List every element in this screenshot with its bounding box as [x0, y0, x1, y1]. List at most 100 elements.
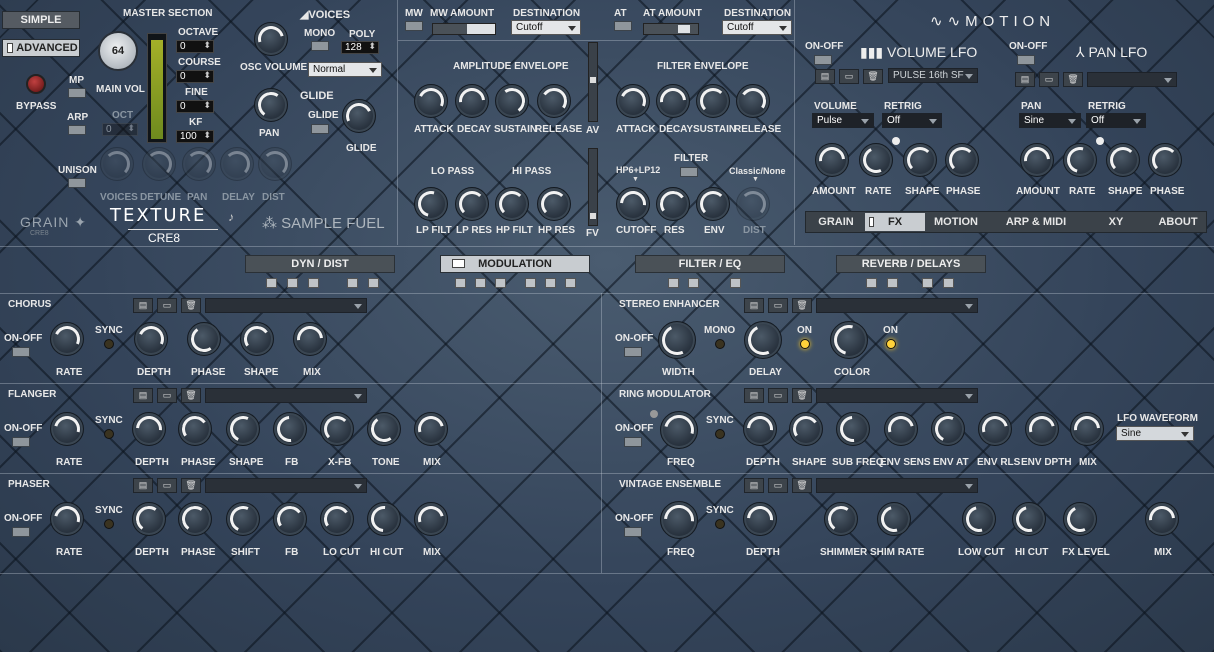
- flanger-sync-led[interactable]: [104, 429, 114, 439]
- pan-trash-icon[interactable]: 🗑: [1063, 72, 1083, 87]
- vol-retrig-dropdown[interactable]: Off: [882, 113, 942, 128]
- vol-rate-knob[interactable]: [859, 143, 893, 177]
- rev-slot-4[interactable]: [943, 278, 954, 288]
- flanger-onoff-toggle[interactable]: [12, 437, 30, 447]
- at-amount-slider[interactable]: [643, 23, 699, 35]
- dyn-slot-3[interactable]: [308, 278, 319, 288]
- phaser-phase-knob[interactable]: [178, 502, 212, 536]
- ring-onoff-toggle[interactable]: [624, 437, 642, 447]
- vintage-shimrate-knob[interactable]: [877, 502, 911, 536]
- glide-knob[interactable]: [342, 99, 376, 133]
- mp-toggle[interactable]: [68, 88, 86, 98]
- rev-slot-3[interactable]: [922, 278, 933, 288]
- filter-model-arrow-icon[interactable]: ▼: [752, 176, 759, 183]
- amp-sustain-knob[interactable]: [495, 84, 529, 118]
- filter-type-arrow-icon[interactable]: ▼: [632, 176, 639, 183]
- unison-toggle[interactable]: [68, 178, 86, 188]
- mod-slot-1[interactable]: [455, 278, 466, 288]
- flanger-mix-knob[interactable]: [414, 412, 448, 446]
- unison-delay-knob[interactable]: [220, 147, 254, 181]
- pan-amount-knob[interactable]: [1020, 143, 1054, 177]
- ring-envdpth-knob[interactable]: [1025, 412, 1059, 446]
- phaser-trash-icon[interactable]: 🗑: [181, 478, 201, 493]
- lfo-waveform-dropdown[interactable]: Sine: [1116, 426, 1194, 441]
- stereo-on2-led[interactable]: [886, 339, 896, 349]
- pan-rate-sync-dot[interactable]: [1096, 137, 1104, 145]
- ring-sync-led[interactable]: [715, 429, 725, 439]
- bypass-button[interactable]: [26, 74, 46, 94]
- flanger-phase-knob[interactable]: [178, 412, 212, 446]
- voice-mode-dropdown[interactable]: Normal: [308, 62, 382, 77]
- filter-type-label[interactable]: HP6+LP12: [616, 165, 660, 175]
- filt-slot-1[interactable]: [668, 278, 679, 288]
- filt-attack-knob[interactable]: [616, 84, 650, 118]
- ring-subfreq-knob[interactable]: [836, 412, 870, 446]
- vintage-save-icon[interactable]: ▤: [744, 478, 764, 493]
- dyn-slot-1[interactable]: [266, 278, 277, 288]
- ring-trash-icon[interactable]: 🗑: [792, 388, 812, 403]
- pan-shape-dropdown[interactable]: Sine: [1019, 113, 1081, 128]
- env-knob[interactable]: [696, 187, 730, 221]
- chorus-shape-knob[interactable]: [240, 322, 274, 356]
- dyn-slot-2[interactable]: [287, 278, 298, 288]
- pan-lfo-toggle[interactable]: [1017, 55, 1035, 65]
- phaser-preset-dropdown[interactable]: [205, 478, 367, 493]
- advanced-button[interactable]: ADVANCED: [2, 39, 80, 57]
- av-slider[interactable]: [588, 42, 598, 122]
- chorus-preset-dropdown[interactable]: [205, 298, 367, 313]
- fv-slider[interactable]: [588, 148, 598, 226]
- ring-mix-knob[interactable]: [1070, 412, 1104, 446]
- stereo-on1-led[interactable]: [800, 339, 810, 349]
- stereo-color-knob[interactable]: [830, 321, 868, 359]
- flanger-trash-icon[interactable]: 🗑: [181, 388, 201, 403]
- pan-retrig-dropdown[interactable]: Off: [1086, 113, 1146, 128]
- phaser-onoff-toggle[interactable]: [12, 527, 30, 537]
- chorus-trash-icon[interactable]: 🗑: [181, 298, 201, 313]
- tab-motion[interactable]: MOTION: [928, 214, 984, 230]
- rev-slot-1[interactable]: [866, 278, 877, 288]
- at-destination-dropdown[interactable]: Cutoff: [722, 20, 792, 35]
- phaser-locut-knob[interactable]: [320, 502, 354, 536]
- flanger-save-icon[interactable]: ▤: [133, 388, 153, 403]
- mw-amount-slider[interactable]: [432, 23, 496, 35]
- tab-about[interactable]: ABOUT: [1150, 214, 1206, 230]
- chorus-rate-knob[interactable]: [50, 322, 84, 356]
- vintage-sync-led[interactable]: [715, 519, 725, 529]
- ring-shape-knob[interactable]: [789, 412, 823, 446]
- pan-shape-knob[interactable]: [1106, 143, 1140, 177]
- pan-rate-knob[interactable]: [1063, 143, 1097, 177]
- tab-filter-eq[interactable]: FILTER / EQ: [635, 255, 785, 273]
- ring-folder-icon[interactable]: ▭: [768, 388, 788, 403]
- arp-toggle[interactable]: [68, 125, 86, 135]
- hp-filt-knob[interactable]: [495, 187, 529, 221]
- chorus-save-icon[interactable]: ▤: [133, 298, 153, 313]
- ring-envrls-knob[interactable]: [978, 412, 1012, 446]
- flanger-preset-dropdown[interactable]: [205, 388, 367, 403]
- mod-slot-3[interactable]: [495, 278, 506, 288]
- phaser-depth-knob[interactable]: [132, 502, 166, 536]
- phaser-shift-knob[interactable]: [226, 502, 260, 536]
- vol-amount-knob[interactable]: [815, 143, 849, 177]
- chorus-mix-knob[interactable]: [293, 322, 327, 356]
- ring-preset-dropdown[interactable]: [816, 388, 978, 403]
- octave-spinner[interactable]: 0: [176, 40, 214, 53]
- pan-preset-dropdown[interactable]: [1087, 72, 1177, 87]
- phaser-mix-knob[interactable]: [414, 502, 448, 536]
- vol-shape-knob[interactable]: [903, 143, 937, 177]
- osc-volume-knob[interactable]: [254, 22, 288, 56]
- unison-detune-knob[interactable]: [142, 147, 176, 181]
- unison-voices-knob[interactable]: [100, 147, 134, 181]
- rev-slot-2[interactable]: [887, 278, 898, 288]
- filt-sustain-knob[interactable]: [696, 84, 730, 118]
- vol-preset-dropdown[interactable]: PULSE 16th SF: [888, 68, 978, 83]
- tab-reverb-delays[interactable]: REVERB / DELAYS: [836, 255, 986, 273]
- mod-slot-2[interactable]: [475, 278, 486, 288]
- phaser-fb-knob[interactable]: [273, 502, 307, 536]
- tab-xy[interactable]: XY: [1096, 214, 1136, 230]
- ring-freq-knob[interactable]: [660, 411, 698, 449]
- chorus-depth-knob[interactable]: [134, 322, 168, 356]
- filt-release-knob[interactable]: [736, 84, 770, 118]
- unison-pan-knob[interactable]: [182, 147, 216, 181]
- main-vol-knob[interactable]: 64: [98, 31, 138, 71]
- tab-fx[interactable]: FX: [865, 213, 925, 231]
